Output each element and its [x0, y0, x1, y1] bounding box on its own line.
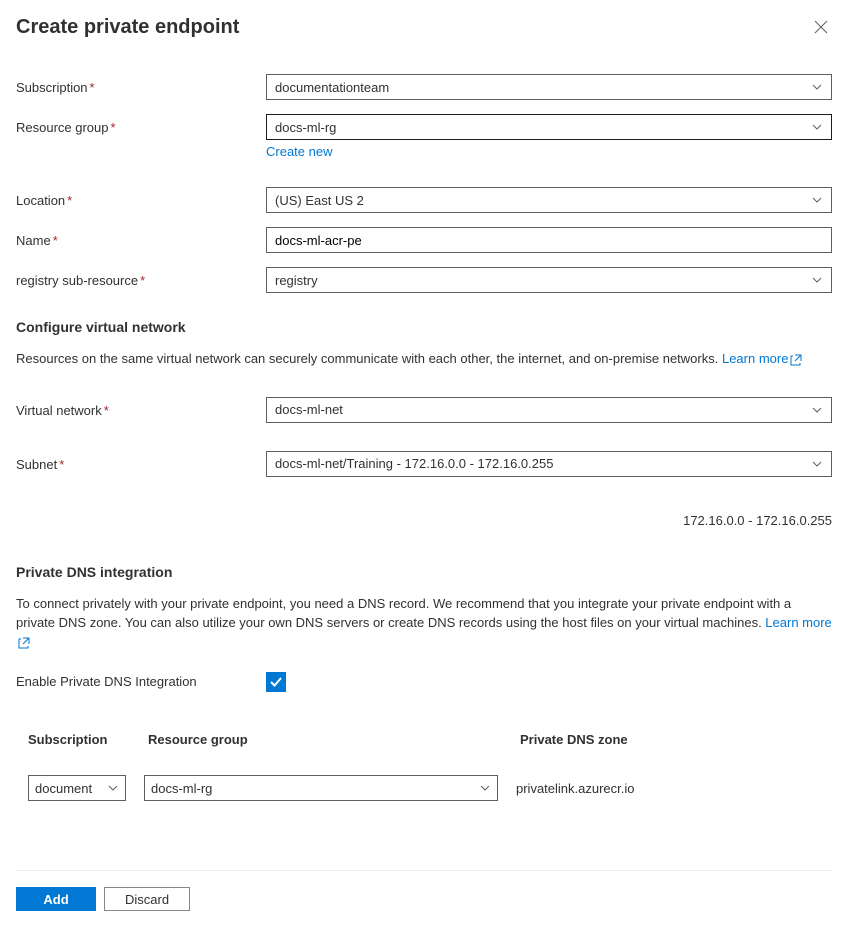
- dns-header-resource-group: Resource group: [148, 732, 520, 747]
- dns-header-subscription: Subscription: [28, 732, 148, 747]
- subscription-select[interactable]: documentationteam: [266, 74, 832, 100]
- dns-description: To connect privately with your private e…: [16, 594, 832, 653]
- subnet-value: docs-ml-net/Training - 172.16.0.0 - 172.…: [275, 456, 553, 471]
- virtual-network-value: docs-ml-net: [275, 402, 343, 417]
- add-button[interactable]: Add: [16, 887, 96, 911]
- dns-zone-value: privatelink.azurecr.io: [516, 781, 820, 796]
- panel-title: Create private endpoint: [16, 16, 239, 39]
- checkmark-icon: [269, 675, 283, 689]
- dns-resource-group-select[interactable]: docs-ml-rg: [144, 775, 498, 801]
- dns-header-zone: Private DNS zone: [520, 732, 820, 747]
- dns-table-header: Subscription Resource group Private DNS …: [28, 732, 820, 747]
- sub-resource-value: registry: [275, 273, 318, 288]
- location-value: (US) East US 2: [275, 193, 364, 208]
- virtual-network-select[interactable]: docs-ml-net: [266, 397, 832, 423]
- create-new-link[interactable]: Create new: [266, 144, 832, 159]
- name-input[interactable]: [266, 227, 832, 253]
- chevron-down-icon: [811, 274, 823, 286]
- dns-resource-group-value: docs-ml-rg: [151, 781, 212, 796]
- dns-table-row: document docs-ml-rg privatelink.azurecr.…: [28, 775, 820, 801]
- enable-dns-checkbox[interactable]: [266, 672, 286, 692]
- resource-group-value: docs-ml-rg: [275, 120, 336, 135]
- section-title-dns: Private DNS integration: [16, 564, 832, 580]
- discard-button[interactable]: Discard: [104, 887, 190, 911]
- close-icon: [814, 20, 828, 34]
- label-subnet: Subnet*: [16, 451, 266, 472]
- dns-subscription-value: document: [35, 781, 92, 796]
- close-button[interactable]: [810, 16, 832, 42]
- chevron-down-icon: [811, 194, 823, 206]
- section-title-vnet: Configure virtual network: [16, 319, 832, 335]
- label-resource-group: Resource group*: [16, 114, 266, 135]
- vnet-learn-more-link[interactable]: Learn more: [722, 351, 802, 366]
- label-name: Name*: [16, 227, 266, 248]
- label-enable-dns: Enable Private DNS Integration: [16, 668, 266, 689]
- chevron-down-icon: [107, 782, 119, 794]
- location-select[interactable]: (US) East US 2: [266, 187, 832, 213]
- external-link-icon: [790, 354, 802, 366]
- label-virtual-network: Virtual network*: [16, 397, 266, 418]
- external-link-icon: [18, 637, 30, 649]
- label-location: Location*: [16, 187, 266, 208]
- chevron-down-icon: [811, 81, 823, 93]
- sub-resource-select[interactable]: registry: [266, 267, 832, 293]
- label-sub-resource: registry sub-resource*: [16, 267, 266, 288]
- chevron-down-icon: [811, 404, 823, 416]
- vnet-description: Resources on the same virtual network ca…: [16, 349, 832, 369]
- subnet-address-range: 172.16.0.0 - 172.16.0.255: [16, 513, 832, 528]
- subnet-select[interactable]: docs-ml-net/Training - 172.16.0.0 - 172.…: [266, 451, 832, 477]
- chevron-down-icon: [479, 782, 491, 794]
- chevron-down-icon: [811, 458, 823, 470]
- dns-subscription-select[interactable]: document: [28, 775, 126, 801]
- subscription-value: documentationteam: [275, 80, 389, 95]
- label-subscription: Subscription*: [16, 74, 266, 95]
- resource-group-select[interactable]: docs-ml-rg: [266, 114, 832, 140]
- chevron-down-icon: [811, 121, 823, 133]
